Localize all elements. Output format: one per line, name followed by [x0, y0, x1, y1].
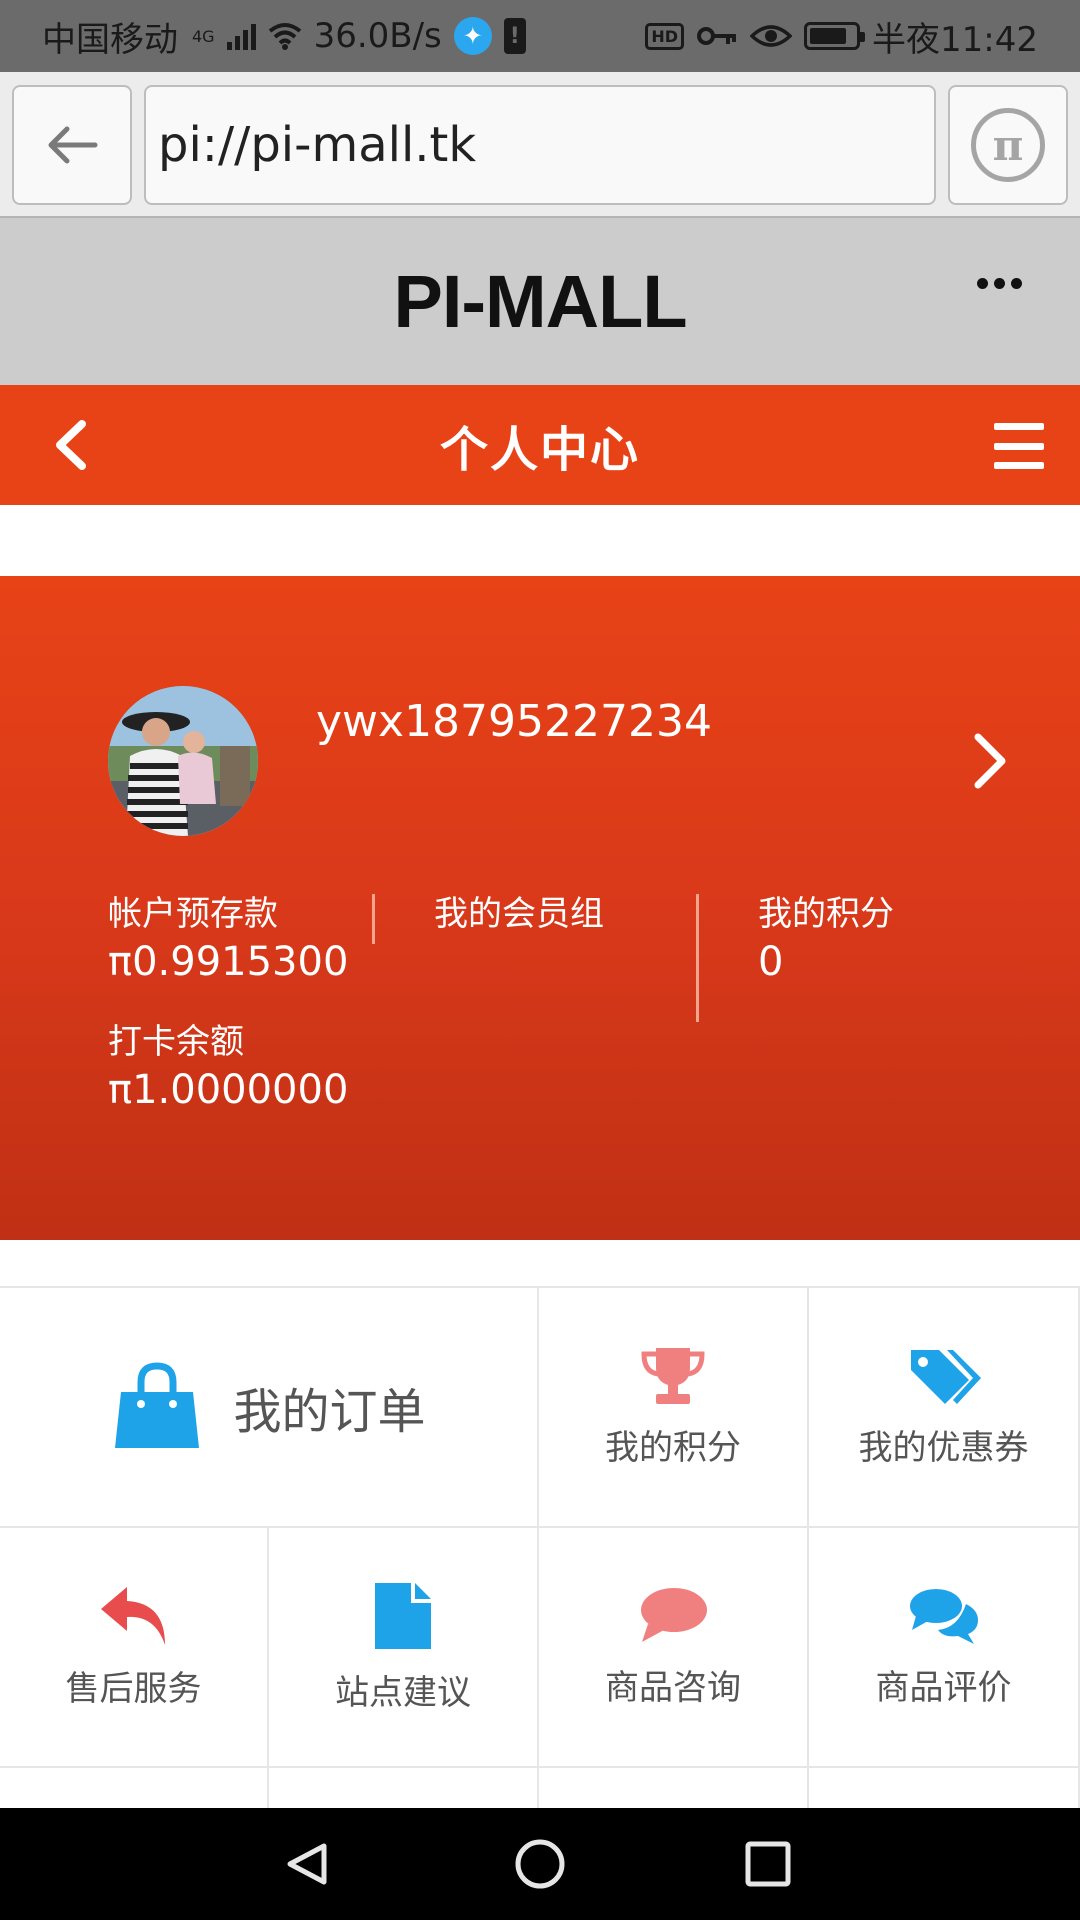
product-reviews-label: 商品评价: [875, 1667, 1012, 1708]
hd-icon: HD: [645, 22, 685, 50]
site-suggestion-button[interactable]: 站点建议: [269, 1528, 539, 1768]
page-title: PI-MALL: [393, 260, 687, 343]
browser-back-button[interactable]: [12, 85, 132, 205]
chevron-right-icon[interactable]: [964, 731, 1014, 791]
nav-title: 个人中心: [439, 422, 640, 478]
network-type: 4G: [192, 26, 215, 46]
my-points-label: 我的积分: [605, 1427, 741, 1468]
status-right: HD 半夜11:42: [645, 12, 1038, 61]
stat-points-value: 0: [758, 939, 784, 985]
stat-points-label: 我的积分: [758, 894, 894, 934]
stat-points[interactable]: 我的积分 0: [758, 892, 894, 988]
system-nav-icons: [287, 1839, 791, 1889]
username[interactable]: ywx18795227234: [316, 696, 712, 747]
product-consult-label: 商品咨询: [605, 1667, 741, 1708]
menu-cell-partial: [539, 1768, 809, 1808]
app-notify-icon: ✦: [453, 17, 492, 55]
comments-icon: [909, 1588, 978, 1644]
key-icon: [697, 27, 737, 45]
back-button[interactable]: [40, 415, 100, 475]
chevron-left-icon: [56, 420, 86, 470]
stat-member-group[interactable]: 我的会员组: [434, 892, 604, 936]
stat-divider: [696, 894, 699, 1022]
eye-icon: [750, 25, 793, 47]
menu-cell-partial: [269, 1768, 539, 1808]
my-points-button[interactable]: 我的积分: [539, 1288, 809, 1528]
stat-deposit-value: π0.9915300: [108, 939, 349, 985]
product-consult-button[interactable]: 商品咨询: [539, 1528, 809, 1768]
stat-checkin-label: 打卡余额: [108, 1022, 244, 1062]
profile-card: ywx18795227234 帐户预存款 π0.9915300 我的会员组 我的…: [0, 576, 1080, 1240]
pi-browser-button[interactable]: π: [948, 85, 1068, 205]
arrow-left-icon: [48, 126, 98, 164]
nav-back-icon[interactable]: [287, 1843, 327, 1885]
nav-home-icon[interactable]: [515, 1839, 565, 1889]
avatar-photo: [108, 686, 258, 836]
stat-checkin-balance[interactable]: 打卡余额 π1.0000000: [108, 1020, 348, 1116]
battery-icon: [804, 22, 866, 50]
stat-member-group-label: 我的会员组: [434, 894, 604, 934]
stat-deposit[interactable]: 帐户预存款 π0.9915300: [108, 892, 348, 988]
my-coupons-label: 我的优惠券: [858, 1427, 1029, 1468]
after-sales-label: 售后服务: [65, 1668, 202, 1709]
carrier-label: 中国移动: [42, 19, 178, 60]
signal-icon: [226, 22, 256, 50]
menu-cell-partial: [0, 1768, 269, 1808]
reply-icon: [100, 1586, 165, 1645]
url-input[interactable]: pi://pi-mall.tk: [144, 85, 936, 205]
product-reviews-button[interactable]: 商品评价: [809, 1528, 1080, 1768]
stat-checkin-value: π1.0000000: [108, 1067, 349, 1113]
stat-deposit-label: 帐户预存款: [108, 894, 278, 934]
pi-logo-icon: π: [971, 108, 1045, 182]
menu-grid: 我的订单 我的积分 我的优惠券 售后服务 站点建议 商品咨询 商品评价: [0, 1286, 1080, 1808]
alert-icon: !: [503, 18, 526, 54]
network-speed: 36.0B/s: [313, 16, 442, 56]
shopping-bag-icon: [115, 1362, 200, 1448]
trophy-icon: [641, 1347, 705, 1404]
site-suggestion-label: 站点建议: [335, 1672, 471, 1713]
after-sales-button[interactable]: 售后服务: [0, 1528, 269, 1768]
system-nav-bar: [0, 1808, 1080, 1920]
chat-bubble-icon: [641, 1587, 707, 1642]
tags-icon: [910, 1349, 981, 1404]
my-orders-label: 我的订单: [233, 1384, 426, 1440]
status-bar: 中国移动 4G 36.0B/s ✦ ! HD 半夜11:42: [0, 0, 1080, 72]
stat-divider: [372, 894, 375, 944]
my-orders-button[interactable]: 我的订单: [0, 1288, 539, 1528]
menu-cell-partial: [809, 1768, 1080, 1808]
nav-recents-icon[interactable]: [745, 1841, 791, 1887]
avatar[interactable]: [108, 686, 258, 836]
menu-icon[interactable]: [994, 423, 1044, 469]
nav-bar: 个人中心: [0, 385, 1080, 505]
clock: 半夜11:42: [872, 19, 1038, 60]
status-left: 中国移动 4G 36.0B/s ✦ !: [42, 12, 526, 61]
wifi-icon: [268, 23, 301, 50]
more-options-icon[interactable]: [977, 278, 1022, 289]
mall-header: PI-MALL: [0, 218, 1080, 385]
browser-toolbar: pi://pi-mall.tk π: [0, 72, 1080, 218]
my-coupons-button[interactable]: 我的优惠券: [809, 1288, 1080, 1528]
document-icon: [375, 1582, 431, 1649]
